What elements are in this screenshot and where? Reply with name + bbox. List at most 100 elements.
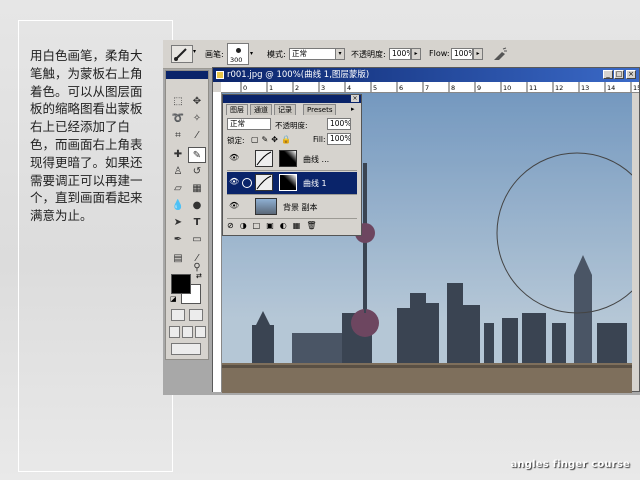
palette-close-button[interactable]: × bbox=[351, 95, 359, 102]
ruler-number: 5 bbox=[373, 84, 377, 92]
opacity-label: 不透明度: bbox=[351, 50, 386, 59]
layer-row-curves-1[interactable]: 👁 曲线 1 bbox=[227, 172, 357, 195]
flow-label: Flow: bbox=[429, 49, 450, 58]
layers-footer-buttons[interactable]: ⊘◑□▣◐▦🗑 bbox=[227, 221, 357, 233]
toolbox: ⬚ ✥ ➰ ✧ ⌗ ⁄ ✚ ✎ ♙ ↺ ▱ ▦ 💧 ● ➤ T ✒ ▭ ▤ ⁄ … bbox=[165, 70, 209, 360]
ruler-number: 4 bbox=[347, 84, 351, 92]
ruler-number: 14 bbox=[607, 84, 615, 92]
jump-to-imageready-icon[interactable] bbox=[171, 343, 201, 355]
ruler-number: 3 bbox=[321, 84, 325, 92]
course-credit: angles finger course bbox=[510, 459, 630, 470]
mode-select[interactable]: 正常 bbox=[289, 48, 341, 60]
ruler-number: 7 bbox=[425, 84, 429, 92]
healing-brush-tool-icon[interactable]: ✚ bbox=[169, 147, 187, 163]
layer-mask-thumbnail[interactable] bbox=[279, 174, 297, 191]
stamp-tool-icon[interactable]: ♙ bbox=[169, 164, 187, 180]
quick-mask-mode-icon[interactable] bbox=[189, 309, 203, 321]
document-icon bbox=[216, 71, 224, 79]
fill-input[interactable]: 100% bbox=[327, 133, 351, 145]
move-tool-icon[interactable]: ✥ bbox=[188, 94, 206, 110]
ruler-number: 0 bbox=[243, 84, 247, 92]
layer-opacity-input[interactable]: 100% bbox=[327, 118, 351, 130]
brush-label: 画笔: bbox=[205, 50, 224, 59]
magic-wand-tool-icon[interactable]: ✧ bbox=[188, 111, 206, 127]
document-titlebar[interactable]: r001.jpg @ 100%(曲线 1,图层蒙版) _ □ × bbox=[213, 68, 639, 82]
screen-mode-full-icon[interactable] bbox=[195, 326, 206, 338]
opacity-slider-icon[interactable]: ▸ bbox=[411, 48, 421, 60]
tab-presets[interactable]: Presets bbox=[303, 104, 337, 115]
close-button[interactable]: × bbox=[626, 70, 636, 79]
opacity-input[interactable]: 100% bbox=[389, 48, 411, 60]
ruler-number: 15 bbox=[633, 84, 639, 92]
blur-tool-icon[interactable]: 💧 bbox=[169, 198, 187, 214]
blend-mode-select[interactable]: 正常 bbox=[227, 118, 271, 130]
foreground-color-swatch[interactable] bbox=[171, 274, 191, 294]
ruler-ticks: 0123456789101112131415 bbox=[240, 82, 640, 92]
ruler-number: 8 bbox=[451, 84, 455, 92]
mode-dropdown-icon[interactable]: ▾ bbox=[335, 48, 345, 60]
brush-tip-icon bbox=[236, 48, 241, 53]
maximize-button[interactable]: □ bbox=[614, 70, 624, 79]
ruler-number: 11 bbox=[529, 84, 537, 92]
ruler-number: 10 bbox=[503, 84, 511, 92]
brush-tool-preset-button[interactable] bbox=[171, 45, 193, 63]
screen-mode-standard-icon[interactable] bbox=[169, 326, 180, 338]
slice-tool-icon[interactable]: ⁄ bbox=[188, 128, 206, 144]
tab-layers[interactable]: 图层 bbox=[226, 104, 248, 115]
minimize-button[interactable]: _ bbox=[603, 70, 613, 79]
path-selection-tool-icon[interactable]: ➤ bbox=[169, 215, 187, 231]
screen-mode-menubar-icon[interactable] bbox=[182, 326, 193, 338]
options-bar: ▾ 画笔: 300 ▾ 模式: 正常 ▾ 不透明度: 100% ▸ Flow: … bbox=[163, 40, 640, 69]
layers-palette-titlebar[interactable]: × bbox=[223, 95, 361, 103]
standard-mode-icon[interactable] bbox=[171, 309, 185, 321]
visibility-eye-icon[interactable]: 👁 bbox=[229, 201, 239, 211]
visibility-eye-icon[interactable]: 👁 bbox=[229, 177, 239, 187]
lock-icons[interactable]: ▢✎✥🔒 bbox=[251, 135, 294, 144]
document-title: r001.jpg @ 100%(曲线 1,图层蒙版) bbox=[227, 70, 370, 80]
ruler-number: 13 bbox=[581, 84, 589, 92]
ruler-number: 9 bbox=[477, 84, 481, 92]
preset-dropdown-icon[interactable]: ▾ bbox=[193, 48, 203, 60]
dodge-tool-icon[interactable]: ● bbox=[188, 198, 206, 214]
brush-dropdown-icon[interactable]: ▾ bbox=[250, 50, 253, 57]
layer-row-curves-2[interactable]: 👁 曲线 ... bbox=[227, 148, 357, 171]
tab-history[interactable]: 记录 bbox=[274, 104, 296, 115]
gradient-tool-icon[interactable]: ▦ bbox=[188, 181, 206, 197]
crop-tool-icon[interactable]: ⌗ bbox=[169, 128, 187, 144]
pen-tool-icon[interactable]: ✒ bbox=[169, 232, 187, 248]
ruler-number: 1 bbox=[269, 84, 273, 92]
vertical-ruler[interactable] bbox=[213, 92, 222, 392]
lasso-tool-icon[interactable]: ➰ bbox=[169, 111, 187, 127]
curves-adjustment-icon bbox=[255, 150, 273, 167]
default-colors-icon[interactable]: ◪ bbox=[170, 295, 177, 303]
palette-menu-icon[interactable]: ▸ bbox=[351, 105, 355, 113]
layer-mask-thumbnail[interactable] bbox=[279, 150, 297, 167]
brush-link-icon bbox=[242, 178, 252, 188]
history-brush-tool-icon[interactable]: ↺ bbox=[188, 164, 206, 180]
background-copy-thumbnail bbox=[255, 198, 277, 215]
marquee-tool-icon[interactable]: ⬚ bbox=[169, 94, 187, 110]
brush-size-picker[interactable]: 300 bbox=[227, 43, 249, 65]
flow-slider-icon[interactable]: ▸ bbox=[473, 48, 483, 60]
horizontal-ruler[interactable]: 0123456789101112131415 bbox=[221, 82, 640, 93]
ruler-number: 6 bbox=[399, 84, 403, 92]
swap-colors-icon[interactable]: ⇄ bbox=[196, 272, 202, 280]
type-tool-icon[interactable]: T bbox=[188, 215, 206, 231]
eraser-tool-icon[interactable]: ▱ bbox=[169, 181, 187, 197]
lock-label: 锁定: bbox=[227, 136, 245, 145]
brush-tool-icon[interactable]: ✎ bbox=[188, 147, 206, 163]
layer-opacity-label: 不透明度: bbox=[275, 121, 308, 130]
shape-tool-icon[interactable]: ▭ bbox=[188, 232, 206, 248]
layers-palette: × 图层 通道 记录 Presets ▸ 正常 不透明度: 100% 锁定: ▢… bbox=[222, 94, 362, 236]
tab-channels[interactable]: 通道 bbox=[250, 104, 272, 115]
ruler-number: 2 bbox=[295, 84, 299, 92]
fill-label: Fill: bbox=[313, 135, 326, 144]
curve-graph-icon bbox=[256, 151, 272, 166]
visibility-eye-icon[interactable]: 👁 bbox=[229, 153, 239, 163]
layer-row-background-copy[interactable]: 👁 背景 副本 bbox=[227, 196, 357, 219]
flow-input[interactable]: 100% bbox=[451, 48, 473, 60]
curves-adjustment-icon bbox=[255, 174, 273, 191]
notes-tool-icon[interactable]: ▤ bbox=[169, 251, 187, 267]
toolbox-titlebar[interactable] bbox=[166, 71, 208, 79]
airbrush-button[interactable] bbox=[491, 45, 509, 63]
